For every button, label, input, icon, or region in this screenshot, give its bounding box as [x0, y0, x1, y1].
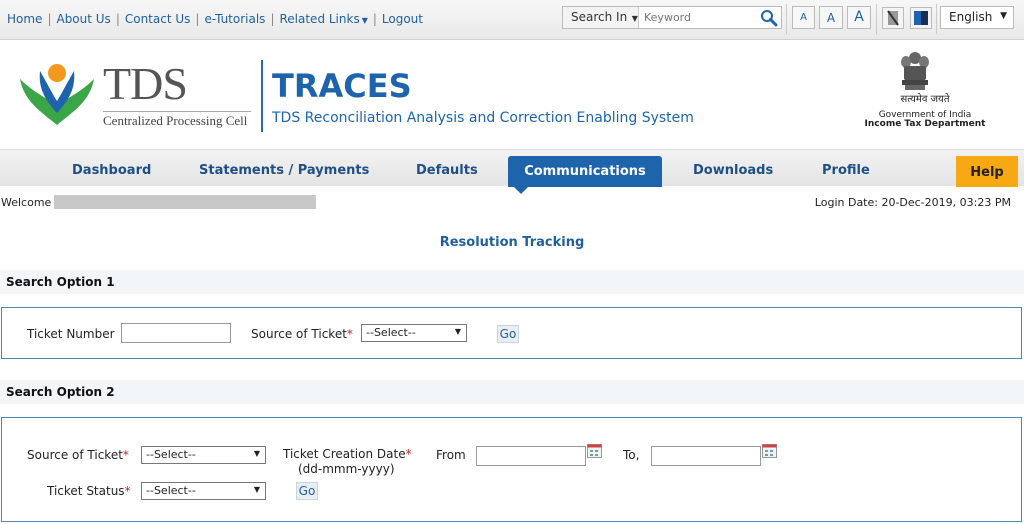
chevron-down-icon: ▼: [253, 449, 260, 458]
required-marker: *: [405, 447, 412, 461]
required-marker: *: [124, 484, 131, 498]
ticket-status-select[interactable]: --Select-- ▼: [141, 482, 266, 500]
nav-communications[interactable]: Communications: [508, 156, 662, 187]
source-of-ticket-select-2[interactable]: --Select-- ▼: [141, 446, 266, 464]
divider: [936, 4, 937, 34]
active-tab-pointer: [513, 186, 529, 194]
search-in-label: Search In: [571, 10, 628, 24]
nav-help[interactable]: Help: [956, 156, 1018, 187]
theme-icon: [914, 11, 928, 25]
site-header: TDS Centralized Processing Cell TRACES T…: [0, 41, 1024, 149]
chevron-down-icon: ▼: [629, 14, 638, 23]
traces-title: TRACES: [272, 67, 412, 105]
contact-us-link[interactable]: Contact Us: [125, 12, 191, 26]
search-in-dropdown[interactable]: Search In ▼: [563, 7, 639, 28]
search-option-1-panel: Ticket Number Source of Ticket* --Select…: [1, 307, 1022, 359]
from-date-label: From: [436, 448, 466, 462]
ticket-number-label: Ticket Number: [27, 327, 115, 341]
keyword-search-input[interactable]: [641, 8, 757, 27]
chevron-down-icon: ▼: [454, 327, 461, 336]
calendar-icon[interactable]: [587, 444, 602, 458]
user-name-redacted: [54, 195, 316, 209]
to-date-input[interactable]: [651, 446, 761, 466]
income-tax-department-label: Income Tax Department: [864, 119, 986, 129]
calendar-icon[interactable]: [762, 444, 777, 458]
source-of-ticket-value: --Select--: [366, 326, 416, 339]
main-nav: Dashboard Statements / Payments Defaults…: [0, 149, 1024, 187]
tds-logo-text: TDS: [103, 58, 188, 109]
page-title: Resolution Tracking: [439, 235, 585, 250]
required-marker: *: [346, 327, 353, 341]
tds-logo-subtitle: Centralized Processing Cell: [103, 111, 251, 129]
nav-profile[interactable]: Profile: [822, 163, 870, 178]
search-option-2-panel: Source of Ticket* --Select-- ▼ Ticket Cr…: [1, 417, 1022, 522]
chevron-down-icon: ▼: [253, 485, 260, 494]
logout-link[interactable]: Logout: [382, 12, 423, 26]
go-button-option-1[interactable]: Go: [497, 325, 519, 343]
emblem-motto: सत्यमेव जयते: [900, 94, 950, 105]
font-size-medium-button[interactable]: A: [819, 6, 843, 29]
source-of-ticket-label: Source of Ticket*: [251, 327, 353, 341]
e-tutorials-link[interactable]: e-Tutorials: [204, 12, 265, 26]
divider: [876, 4, 877, 34]
chevron-down-icon: ▼: [361, 16, 368, 25]
ticket-creation-date-label: Ticket Creation Date*: [283, 447, 412, 461]
font-size-small-button[interactable]: A: [792, 6, 815, 29]
search-option-1-heading: Search Option 1: [0, 270, 1024, 294]
ticket-status-label: Ticket Status*: [47, 484, 131, 498]
source-of-ticket-label-2: Source of Ticket*: [27, 448, 129, 462]
nav-defaults[interactable]: Defaults: [416, 163, 478, 178]
search-box: Search In ▼: [562, 6, 782, 29]
go-button-option-2[interactable]: Go: [296, 482, 318, 500]
date-format-hint: (dd-mmm-yyyy): [298, 462, 395, 476]
related-links-label: Related Links: [279, 12, 360, 26]
contrast-icon: [887, 10, 899, 26]
nav-downloads[interactable]: Downloads: [693, 163, 773, 178]
login-date: Login Date: 20-Dec-2019, 03:23 PM: [814, 196, 1011, 209]
ticket-status-value: --Select--: [146, 484, 196, 497]
top-utility-bar: Home | About Us | Contact Us | e-Tutorials | Rel…: [0, 0, 1024, 40]
traces-subtitle: TDS Reconciliation Analysis and Correcti…: [272, 110, 694, 126]
to-date-label: To,: [623, 448, 640, 462]
top-links: Home | About Us | Contact Us | e-Tutorials | Rel…: [7, 12, 423, 26]
home-link[interactable]: Home: [7, 12, 42, 26]
language-select[interactable]: English ▼: [940, 6, 1014, 29]
related-links-menu[interactable]: Related Links ▼: [279, 12, 367, 26]
font-size-large-button[interactable]: A: [847, 6, 871, 29]
source-of-ticket-select[interactable]: --Select-- ▼: [361, 324, 467, 342]
divider: [786, 4, 787, 34]
language-value: English: [949, 10, 993, 24]
chevron-down-icon: ▼: [1000, 11, 1007, 21]
required-marker: *: [122, 448, 129, 462]
search-icon[interactable]: [759, 9, 779, 27]
high-contrast-button[interactable]: [882, 7, 904, 29]
search-option-2-heading: Search Option 2: [0, 380, 1024, 404]
from-date-input[interactable]: [476, 446, 586, 466]
about-us-link[interactable]: About Us: [56, 12, 110, 26]
nav-dashboard[interactable]: Dashboard: [72, 163, 151, 178]
nav-statements-payments[interactable]: Statements / Payments: [199, 163, 369, 178]
header-divider: [261, 60, 263, 132]
tds-logo-icon: [20, 64, 94, 125]
welcome-label: Welcome: [1, 196, 52, 209]
theme-toggle-button[interactable]: [910, 7, 932, 29]
source-of-ticket-value-2: --Select--: [146, 448, 196, 461]
ticket-number-input[interactable]: [121, 323, 231, 343]
